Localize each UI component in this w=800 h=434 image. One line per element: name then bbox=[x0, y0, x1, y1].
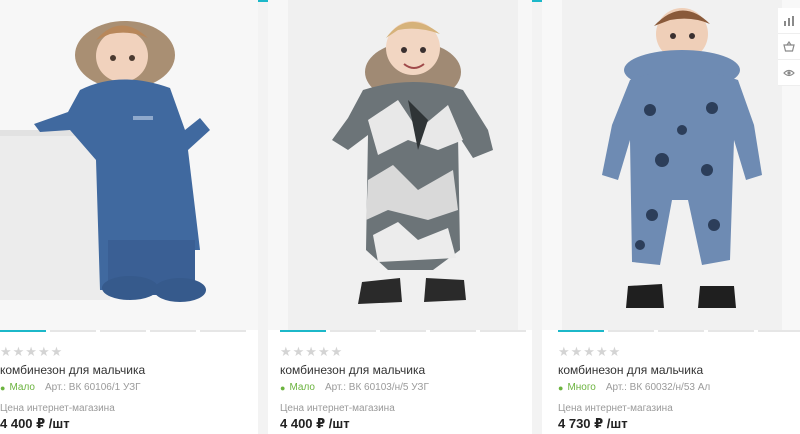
stock-level: Много bbox=[567, 382, 596, 393]
product-photo[interactable] bbox=[0, 0, 258, 330]
product-card[interactable]: ★★★★★ комбинезон для мальчика ● Много Ар… bbox=[542, 0, 800, 434]
image-slider-dots[interactable] bbox=[558, 330, 800, 334]
product-title[interactable]: комбинезон для мальчика bbox=[558, 363, 703, 377]
price-label: Цена интернет-магазина bbox=[280, 403, 395, 414]
stock-dot-icon: ● bbox=[280, 382, 286, 393]
image-slider-dots[interactable] bbox=[280, 330, 526, 334]
basket-icon bbox=[783, 40, 795, 52]
price: 4 730 ₽ /шт bbox=[558, 416, 628, 431]
image-slider-dots[interactable] bbox=[0, 330, 246, 334]
bar-chart-icon bbox=[784, 15, 794, 26]
product-photo[interactable] bbox=[268, 0, 532, 330]
product-title[interactable]: комбинезон для мальчика bbox=[0, 363, 145, 377]
product-card[interactable]: ★★★★★ комбинезон для мальчика ● Мало Арт… bbox=[268, 0, 532, 434]
price: 4 400 ₽ /шт bbox=[280, 416, 350, 431]
rating-stars[interactable]: ★★★★★ bbox=[0, 344, 63, 360]
product-photo[interactable] bbox=[542, 0, 800, 330]
price: 4 400 ₽ /шт bbox=[0, 416, 70, 431]
quick-view-button[interactable] bbox=[778, 60, 800, 86]
stock-info: ● Много Арт.: ВК 60032/н/53 Ал bbox=[558, 382, 710, 393]
rating-stars[interactable]: ★★★★★ bbox=[280, 344, 343, 360]
stock-dot-icon: ● bbox=[558, 382, 564, 393]
product-title[interactable]: комбинезон для мальчика bbox=[280, 363, 425, 377]
article-number: Арт.: ВК 60106/1 УЗГ bbox=[44, 382, 141, 393]
stock-info: ● Мало Арт.: ВК 60106/1 УЗГ bbox=[0, 382, 141, 393]
eye-icon bbox=[783, 69, 795, 76]
card-side-tools bbox=[778, 8, 800, 86]
article-number: Арт.: ВК 60103/н/5 УЗГ bbox=[324, 382, 429, 393]
rating-stars[interactable]: ★★★★★ bbox=[558, 344, 621, 360]
product-card[interactable]: ★★★★★ комбинезон для мальчика ● Мало Арт… bbox=[0, 0, 258, 434]
stock-dot-icon: ● bbox=[0, 382, 6, 393]
stock-info: ● Мало Арт.: ВК 60103/н/5 УЗГ bbox=[280, 382, 429, 393]
add-to-cart-button[interactable] bbox=[778, 34, 800, 60]
price-label: Цена интернет-магазина bbox=[558, 403, 673, 414]
stock-level: Мало bbox=[289, 382, 315, 393]
price-label: Цена интернет-магазина bbox=[0, 403, 115, 414]
stock-level: Мало bbox=[9, 382, 35, 393]
compare-button[interactable] bbox=[778, 8, 800, 34]
article-number: Арт.: ВК 60032/н/53 Ал bbox=[605, 382, 711, 393]
